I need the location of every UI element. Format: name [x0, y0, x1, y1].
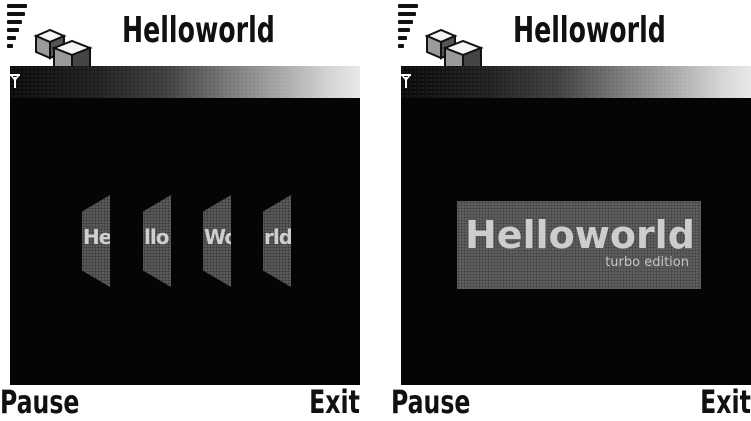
panel-text: He	[83, 225, 110, 249]
signal-strength-icon	[7, 4, 27, 60]
banner-title: Helloworld	[465, 213, 695, 257]
phone-screen-left: Helloworld He llo Wo rld Pause Exit	[0, 0, 360, 419]
game-screen: Helloworld turbo edition	[401, 98, 751, 385]
exit-softkey[interactable]: Exit	[309, 385, 360, 419]
panel-text: Wo	[204, 225, 231, 249]
phone-screen-right: Helloworld Helloworld turbo edition Paus…	[391, 0, 751, 419]
panel-text: rld	[264, 225, 291, 249]
app-title: Helloworld	[122, 10, 275, 51]
exit-softkey[interactable]: Exit	[700, 385, 751, 419]
app-title: Helloworld	[513, 10, 666, 51]
antenna-icon	[10, 74, 20, 88]
signal-strength-icon	[398, 4, 418, 60]
banner-subtitle: turbo edition	[605, 255, 689, 270]
rotating-panel: llo	[143, 195, 171, 287]
rotating-panel: He	[82, 195, 110, 287]
antenna-icon	[401, 74, 411, 88]
header-gradient-bar	[401, 66, 751, 98]
game-screen: He llo Wo rld	[10, 98, 360, 385]
rotating-panel: Wo	[203, 195, 231, 287]
pause-softkey[interactable]: Pause	[391, 385, 470, 419]
title-banner: Helloworld turbo edition	[457, 201, 701, 289]
rotating-panel: rld	[263, 195, 291, 287]
header-gradient-bar	[10, 66, 360, 98]
panel-text: llo	[144, 225, 169, 249]
pause-softkey[interactable]: Pause	[0, 385, 79, 419]
